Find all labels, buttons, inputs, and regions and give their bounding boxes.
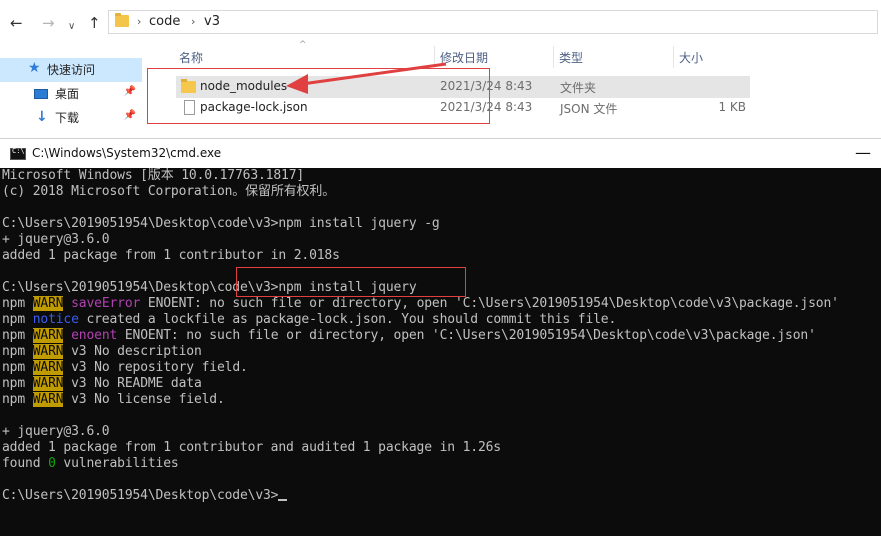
file-type: 文件夹 <box>560 81 597 95</box>
column-divider[interactable] <box>673 46 674 68</box>
column-divider[interactable] <box>553 46 554 68</box>
npm-prefix: npm <box>2 328 26 343</box>
npm-prefix: npm <box>2 312 26 327</box>
terminal-line: found 0 vulnerabilities <box>2 456 880 472</box>
notice-badge: notice <box>32 312 79 327</box>
terminal-line: C:\Users\2019051954\Desktop\code\v3>npm … <box>2 216 440 231</box>
terminal-line: npm WARN v3 No description <box>2 344 880 360</box>
column-header-name[interactable]: 名称 <box>179 49 203 66</box>
terminal-line: npm WARN v3 No README data <box>2 376 880 392</box>
column-header-size[interactable]: 大小 <box>679 49 703 66</box>
cmd-icon <box>10 147 26 160</box>
warn-badge: WARN <box>32 376 64 391</box>
warn-badge: WARN <box>32 328 64 343</box>
terminal-line: + jquery@3.6.0 <box>2 424 110 439</box>
address-row: ← → ∨ ↑ › code › v3 <box>0 0 881 46</box>
breadcrumb-v3[interactable]: v3 <box>204 14 220 29</box>
sidebar-item-label: 快速访问 <box>47 63 96 77</box>
warn-message: ENOENT: no such file or directory, open … <box>117 328 816 343</box>
warn-badge: WARN <box>32 296 64 311</box>
navigation-pane: ★ 快速访问 桌面 📌 ↓ 下载 📌 <box>0 46 142 138</box>
warn-message: ENOENT: no such file or directory, open … <box>140 296 839 311</box>
npm-prefix: npm <box>2 360 26 375</box>
npm-prefix: npm <box>2 376 26 391</box>
forward-arrow-icon[interactable]: → <box>42 13 55 33</box>
up-arrow-icon[interactable]: ↑ <box>88 13 101 33</box>
chevron-right-icon[interactable]: › <box>191 15 195 28</box>
minimize-icon[interactable]: — <box>855 143 871 162</box>
warn-tag: enoent <box>71 328 118 343</box>
column-header-type[interactable]: 类型 <box>559 49 583 66</box>
star-icon: ★ <box>28 60 41 76</box>
notice-message: created a lockfile as package-lock.json.… <box>78 312 617 327</box>
terminal-line: npm WARN saveError ENOENT: no such file … <box>2 296 880 312</box>
terminal-line: npm WARN v3 No repository field. <box>2 360 880 376</box>
npm-prefix: npm <box>2 392 26 407</box>
address-bar[interactable]: › code › v3 <box>108 10 878 34</box>
npm-prefix: npm <box>2 296 26 311</box>
folder-icon <box>115 13 129 27</box>
terminal-line: Microsoft Windows [版本 10.0.17763.1817] <box>2 168 305 183</box>
sidebar-item-desktop[interactable]: 桌面 📌 <box>0 82 142 106</box>
file-type: JSON 文件 <box>560 102 618 116</box>
breadcrumb-code[interactable]: code <box>149 14 180 29</box>
vulnerability-count: 0 <box>48 456 56 471</box>
annotation-arrow <box>286 62 447 94</box>
sidebar-item-quick-access[interactable]: ★ 快速访问 <box>0 58 142 82</box>
desktop-icon <box>34 89 48 99</box>
warn-message: v3 No license field. <box>63 392 225 407</box>
terminal-line: npm WARN enoent ENOENT: no such file or … <box>2 328 880 344</box>
file-size: 1 KB <box>718 100 746 114</box>
warn-tag: saveError <box>71 296 141 311</box>
file-explorer: ← → ∨ ↑ › code › v3 ★ 快速访问 桌面 📌 ↓ 下载 📌 ^… <box>0 0 881 138</box>
terminal-line: (c) 2018 Microsoft Corporation。保留所有权利。 <box>2 184 336 199</box>
terminal-line: added 1 package from 1 contributor and a… <box>2 440 501 455</box>
download-icon: ↓ <box>36 109 48 125</box>
terminal-output[interactable]: Microsoft Windows [版本 10.0.17763.1817] (c… <box>2 168 880 536</box>
chevron-right-icon[interactable]: › <box>137 15 141 28</box>
pin-icon[interactable]: 📌 <box>124 86 136 97</box>
window-title: C:\Windows\System32\cmd.exe <box>32 146 222 160</box>
audit-text: found <box>2 456 49 471</box>
back-arrow-icon[interactable]: ← <box>10 13 23 33</box>
audit-text: vulnerabilities <box>55 456 179 471</box>
warn-message: v3 No description <box>63 344 202 359</box>
terminal-prompt-line[interactable]: C:\Users\2019051954\Desktop\code\v3> <box>2 488 880 504</box>
annotation-box <box>236 267 466 297</box>
warn-message: v3 No repository field. <box>63 360 248 375</box>
terminal-line: added 1 package from 1 contributor in 2.… <box>2 248 340 263</box>
chevron-down-icon[interactable]: ∨ <box>68 17 75 37</box>
terminal-line: npm notice created a lockfile as package… <box>2 312 880 328</box>
terminal-line: + jquery@3.6.0 <box>2 232 110 247</box>
pin-icon[interactable]: 📌 <box>124 110 136 121</box>
sidebar-item-downloads[interactable]: ↓ 下载 📌 <box>0 106 142 130</box>
terminal-line: npm WARN v3 No license field. <box>2 392 880 408</box>
cmd-title-bar[interactable]: C:\Windows\System32\cmd.exe — <box>0 138 881 168</box>
sidebar-item-label: 桌面 <box>55 87 80 101</box>
prompt: C:\Users\2019051954\Desktop\code\v3> <box>2 488 279 503</box>
cmd-window: C:\Windows\System32\cmd.exe — Microsoft … <box>0 138 881 536</box>
sort-ascending-icon: ^ <box>299 40 307 50</box>
warn-message: v3 No README data <box>63 376 202 391</box>
npm-prefix: npm <box>2 344 26 359</box>
warn-badge: WARN <box>32 344 64 359</box>
sidebar-item-label: 下载 <box>55 111 80 125</box>
warn-badge: WARN <box>32 360 64 375</box>
warn-badge: WARN <box>32 392 64 407</box>
text-cursor <box>278 499 288 501</box>
